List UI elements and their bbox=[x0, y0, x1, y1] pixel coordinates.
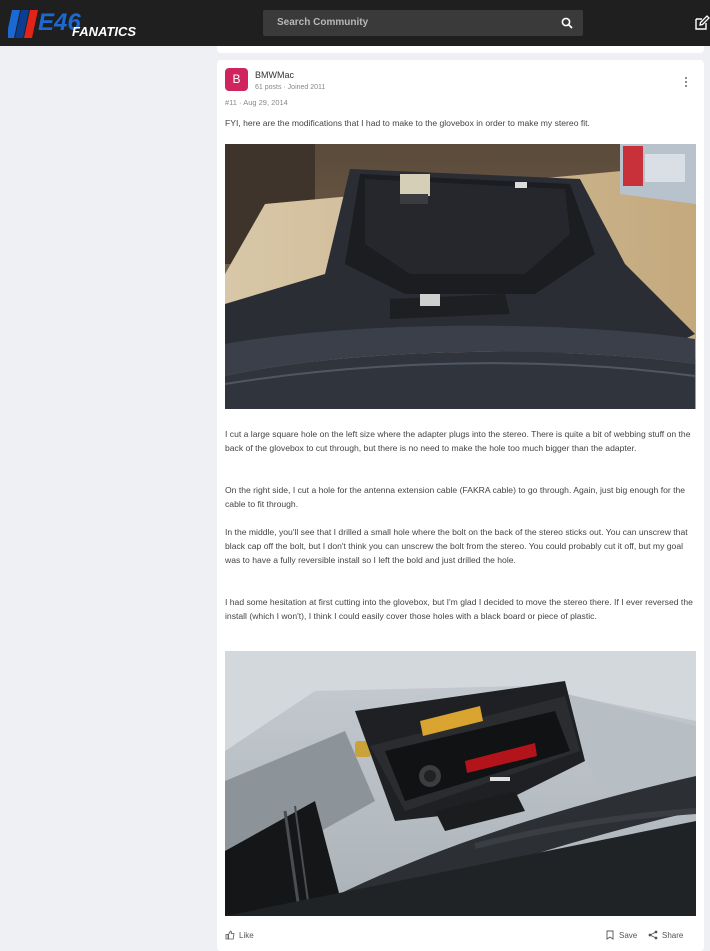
site-logo[interactable]: E46 FANATICS bbox=[8, 8, 136, 40]
user-meta: 61 posts · Joined 2011 bbox=[255, 84, 326, 91]
avatar[interactable]: B bbox=[225, 68, 248, 91]
username[interactable]: BMWMac bbox=[255, 70, 294, 80]
like-label: Like bbox=[239, 930, 254, 940]
share-icon bbox=[648, 930, 658, 940]
previous-post-card bbox=[217, 46, 704, 53]
glovebox-photo[interactable] bbox=[225, 144, 696, 409]
post-number-date[interactable]: #11 · Aug 29, 2014 bbox=[225, 98, 288, 107]
stereo-installed-photo[interactable] bbox=[225, 651, 696, 916]
search-icon[interactable] bbox=[560, 16, 574, 30]
post-intro-text: FYI, here are the modifications that I h… bbox=[225, 118, 590, 128]
post-card: B BMWMac 61 posts · Joined 2011 #11 · Au… bbox=[217, 60, 704, 951]
share-label: Share bbox=[662, 930, 684, 940]
save-button[interactable]: Save bbox=[605, 930, 637, 940]
search-box[interactable]: Search Community bbox=[263, 10, 583, 36]
bookmark-icon bbox=[606, 930, 614, 940]
edit-icon[interactable] bbox=[694, 15, 710, 31]
post-paragraph: I cut a large square hole on the left si… bbox=[225, 429, 691, 453]
more-options-icon[interactable] bbox=[683, 76, 689, 88]
logo-small-text: FANATICS bbox=[72, 24, 136, 39]
thumbs-up-icon bbox=[225, 930, 235, 940]
left-column bbox=[0, 46, 216, 951]
search-placeholder: Search Community bbox=[277, 17, 369, 28]
post-paragraph: On the right side, I cut a hole for the … bbox=[225, 485, 686, 509]
like-button[interactable]: Like bbox=[225, 930, 254, 940]
share-button[interactable]: Share bbox=[648, 930, 683, 940]
save-label: Save bbox=[619, 930, 638, 940]
top-navigation-bar: E46 FANATICS Search Community bbox=[0, 0, 710, 46]
post-paragraph: In the middle, you'll see that I drilled… bbox=[225, 527, 688, 565]
post-paragraph: I had some hesitation at first cutting i… bbox=[225, 597, 693, 621]
